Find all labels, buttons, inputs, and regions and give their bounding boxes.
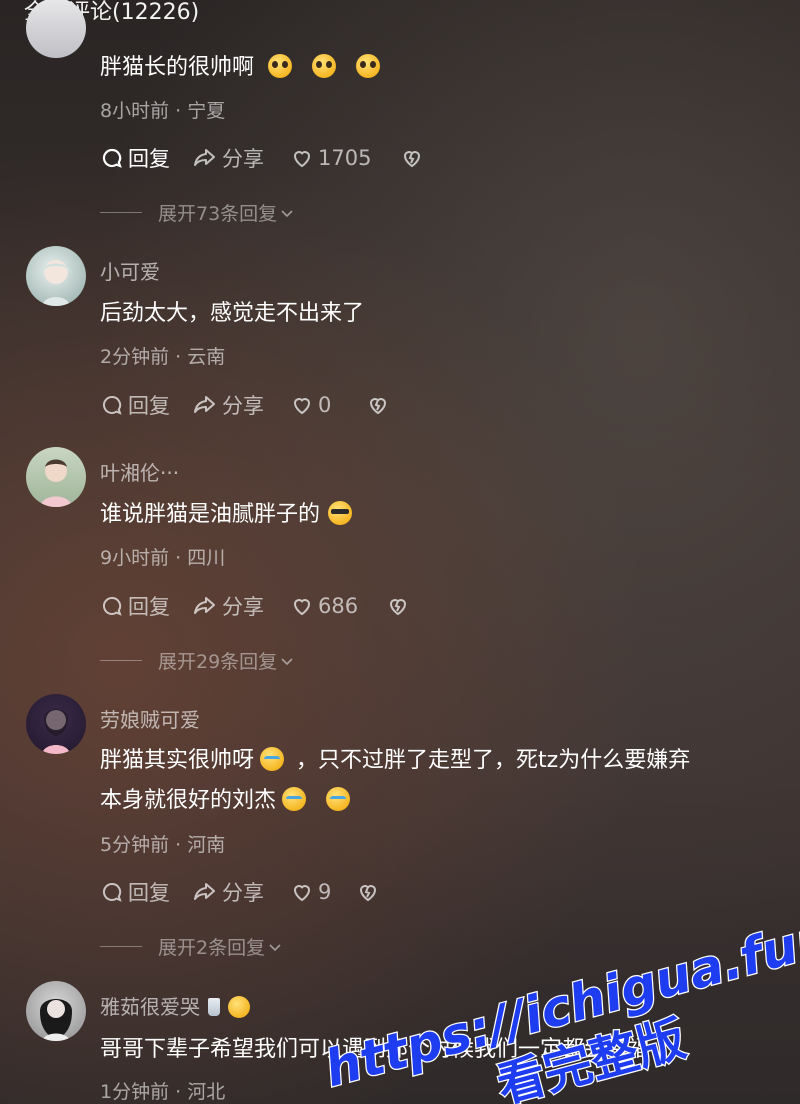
dislike-button[interactable] <box>356 880 384 904</box>
expand-replies-label: 展开73条回复 <box>158 203 278 225</box>
reply-button[interactable]: 回复 <box>100 877 192 907</box>
like-button[interactable]: 686 <box>290 594 386 618</box>
broken-heart-icon <box>403 151 421 168</box>
broken-heart-icon <box>359 885 377 902</box>
reply-label: 回复 <box>128 595 170 619</box>
expand-replies[interactable]: 展开29条回复 <box>100 647 295 674</box>
comment-meta: 2分钟前 · 云南 <box>100 346 226 368</box>
reply-label: 回复 <box>128 147 170 171</box>
expand-replies-label: 展开29条回复 <box>158 651 278 673</box>
dislike-button[interactable] <box>400 146 428 170</box>
comment-meta: 5分钟前 · 河南 <box>100 834 226 856</box>
dislike-button[interactable] <box>386 594 414 618</box>
username[interactable]: 劳娘贼可爱 <box>100 704 200 733</box>
crying-face-emoji <box>326 787 351 811</box>
comment-text: 哥哥下辈子希望我们可以遇到那个时候我们一定都会幸福 <box>100 1037 651 1062</box>
comment-meta: 1分钟前 · 河北 <box>100 1081 226 1103</box>
divider <box>100 212 142 213</box>
comment-actions: 回复 分享 0 <box>100 390 394 420</box>
share-icon <box>194 597 215 614</box>
reply-label: 回复 <box>128 881 170 905</box>
like-count: 686 <box>318 594 359 618</box>
pleading-face-emoji <box>356 54 381 78</box>
dislike-button[interactable] <box>366 393 394 417</box>
heart-icon <box>293 599 311 616</box>
username[interactable]: 叶湘伦··· <box>100 457 179 486</box>
reply-label: 回复 <box>128 394 170 418</box>
share-button[interactable]: 分享 <box>192 877 290 907</box>
crying-face-emoji <box>282 787 307 811</box>
pleading-face-emoji <box>268 54 293 78</box>
share-button[interactable]: 分享 <box>192 591 290 621</box>
comment-text: 胖猫长的很帅啊 <box>100 48 386 88</box>
avatar[interactable] <box>26 447 86 507</box>
avatar-photo <box>40 459 72 507</box>
share-button[interactable]: 分享 <box>192 143 290 173</box>
heart-icon <box>293 398 311 415</box>
reply-button[interactable]: 回复 <box>100 390 192 420</box>
avatar[interactable] <box>26 981 86 1041</box>
share-icon <box>194 883 215 900</box>
broken-heart-icon <box>389 599 407 616</box>
heart-icon <box>293 885 311 902</box>
expand-replies-label: 展开2条回复 <box>158 937 266 959</box>
username[interactable]: 雅茹很爱哭 <box>100 991 256 1020</box>
share-label: 分享 <box>222 595 264 619</box>
like-count: 9 <box>318 880 332 904</box>
comment-meta: 9小时前 · 四川 <box>100 547 226 569</box>
share-label: 分享 <box>222 881 264 905</box>
comment-meta: 8小时前 · 宁夏 <box>100 100 226 122</box>
reply-button[interactable]: 回复 <box>100 591 192 621</box>
comment-text: 谁说胖猫是油腻胖子的 <box>100 495 358 535</box>
like-button[interactable]: 0 <box>290 393 366 417</box>
divider <box>100 946 142 947</box>
comment-text: 后劲太大，感觉走不出来了 <box>100 301 365 326</box>
chevron-down-icon <box>269 943 281 951</box>
username[interactable]: 小可爱 <box>100 256 160 285</box>
comment-actions: 回复 分享 1705 <box>100 143 428 173</box>
share-icon <box>194 149 215 166</box>
avatar-illustration <box>42 709 70 754</box>
like-count: 0 <box>318 393 332 417</box>
reply-icon <box>103 596 122 616</box>
comment-actions: 回复 分享 686 <box>100 591 414 621</box>
reply-icon <box>103 395 122 415</box>
crying-face-emoji <box>260 747 285 771</box>
comment-text: 胖猫其实很帅呀 ，只不过胖了走型了，死tz为什么要嫌弃 本身就很好的刘杰 <box>100 747 691 813</box>
heart-icon <box>293 151 311 168</box>
like-button[interactable]: 1705 <box>290 146 400 170</box>
reply-icon <box>103 882 122 902</box>
chevron-down-icon <box>281 657 293 665</box>
divider <box>100 660 142 661</box>
avatar-illustration <box>40 260 72 306</box>
share-label: 分享 <box>222 147 264 171</box>
avatar[interactable] <box>26 0 86 58</box>
chevron-down-icon <box>281 209 293 217</box>
avatar-photo <box>40 999 72 1041</box>
broken-heart-icon <box>369 398 387 415</box>
reply-button[interactable]: 回复 <box>100 143 192 173</box>
expand-replies[interactable]: 展开2条回复 <box>100 933 283 960</box>
milk-cup-emoji <box>208 998 220 1016</box>
like-count: 1705 <box>318 146 372 170</box>
avatar[interactable] <box>26 694 86 754</box>
share-label: 分享 <box>222 394 264 418</box>
share-button[interactable]: 分享 <box>192 390 290 420</box>
expand-replies[interactable]: 展开73条回复 <box>100 199 295 226</box>
avatar[interactable] <box>26 246 86 306</box>
like-button[interactable]: 9 <box>290 880 356 904</box>
comment-actions: 回复 分享 9 <box>100 877 384 907</box>
share-icon <box>194 396 215 413</box>
yellow-circle-emoji <box>228 996 250 1018</box>
sunglasses-face-emoji <box>328 501 353 525</box>
pleading-face-emoji <box>312 54 337 78</box>
reply-icon <box>102 148 122 168</box>
